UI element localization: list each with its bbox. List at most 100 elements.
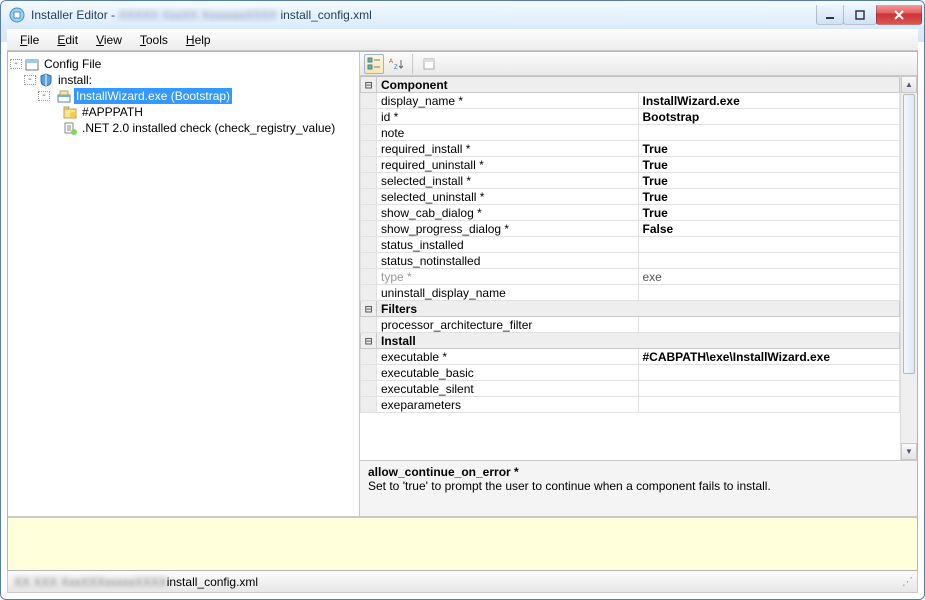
svg-text:Z: Z — [394, 65, 398, 71]
property-value[interactable] — [638, 365, 900, 381]
property-name[interactable]: processor_architecture_filter — [377, 317, 639, 333]
collapse-icon[interactable]: ⊟ — [361, 77, 377, 93]
property-name[interactable]: status_installed — [377, 237, 639, 253]
menu-file[interactable]: File — [11, 29, 48, 50]
property-value[interactable]: True — [638, 141, 900, 157]
titlebar[interactable]: Installer Editor - XXXXX XxxXX XxxxxxxXX… — [1, 1, 924, 29]
property-row[interactable]: required_uninstall *True — [361, 157, 900, 173]
alpha-sort-button[interactable]: AZ — [386, 54, 406, 74]
property-name[interactable]: type * — [377, 269, 639, 285]
property-name[interactable]: selected_uninstall * — [377, 189, 639, 205]
property-value[interactable]: Bootstrap — [638, 109, 900, 125]
property-category[interactable]: ⊟Filters — [361, 301, 900, 317]
property-value[interactable] — [638, 317, 900, 333]
client-area: - Config File - install: - InstallWizard… — [7, 51, 918, 571]
property-value[interactable]: True — [638, 173, 900, 189]
minimize-button[interactable] — [816, 5, 844, 25]
property-value[interactable]: InstallWizard.exe — [638, 93, 900, 109]
property-name[interactable]: executable * — [377, 349, 639, 365]
maximize-button[interactable] — [843, 5, 877, 25]
property-category[interactable]: ⊟Component — [361, 77, 900, 93]
tree-label: .NET 2.0 installed check (check_registry… — [80, 120, 337, 136]
menu-tools[interactable]: Tools — [131, 29, 177, 50]
tree-label: InstallWizard.exe (Bootstrap) — [74, 88, 232, 104]
tree-node[interactable]: - Config File — [10, 56, 357, 72]
property-grid[interactable]: ⊟Componentdisplay_name *InstallWizard.ex… — [360, 76, 900, 413]
property-name[interactable]: show_cab_dialog * — [377, 205, 639, 221]
property-help: allow_continue_on_error * Set to 'true' … — [360, 460, 917, 516]
property-row[interactable]: executable *#CABPATH\exe\InstallWizard.e… — [361, 349, 900, 365]
property-value[interactable] — [638, 381, 900, 397]
collapse-icon[interactable]: ⊟ — [361, 301, 377, 317]
categorized-button[interactable] — [364, 54, 384, 74]
property-row[interactable]: id *Bootstrap — [361, 109, 900, 125]
property-value[interactable] — [638, 253, 900, 269]
tree-node[interactable]: #APPPATH — [10, 104, 357, 120]
folder-star-icon — [62, 104, 78, 120]
property-row[interactable]: exeparameters — [361, 397, 900, 413]
collapse-icon[interactable]: - — [10, 59, 22, 69]
registry-icon — [62, 120, 78, 136]
property-value[interactable]: True — [638, 157, 900, 173]
collapse-icon[interactable]: ⊟ — [361, 333, 377, 349]
property-row[interactable]: selected_install *True — [361, 173, 900, 189]
tree-view[interactable]: - Config File - install: - InstallWizard… — [8, 52, 360, 516]
property-name[interactable]: id * — [377, 109, 639, 125]
property-row[interactable]: show_cab_dialog *True — [361, 205, 900, 221]
property-category[interactable]: ⊟Install — [361, 333, 900, 349]
property-name[interactable]: executable_silent — [377, 381, 639, 397]
status-path-blur: XX XXX XxxXXXxxxxxXXXX — [14, 575, 167, 589]
menu-view[interactable]: View — [87, 29, 131, 50]
property-value[interactable] — [638, 237, 900, 253]
property-row[interactable]: type *exe — [361, 269, 900, 285]
scroll-up-button[interactable]: ▲ — [901, 76, 917, 93]
property-row[interactable]: uninstall_display_name — [361, 285, 900, 301]
property-row[interactable]: selected_uninstall *True — [361, 189, 900, 205]
tree-node[interactable]: - install: — [10, 72, 357, 88]
title-prefix: Installer Editor - — [31, 8, 118, 22]
property-value[interactable]: False — [638, 221, 900, 237]
window-title: Installer Editor - XXXXX XxxXX XxxxxxxXX… — [31, 8, 817, 22]
property-row[interactable]: note — [361, 125, 900, 141]
close-button[interactable] — [876, 5, 922, 25]
property-value[interactable] — [638, 397, 900, 413]
property-name[interactable]: show_progress_dialog * — [377, 221, 639, 237]
collapse-icon[interactable]: - — [24, 75, 36, 85]
tree-node-selected[interactable]: - InstallWizard.exe (Bootstrap) — [10, 88, 357, 104]
property-name[interactable]: display_name * — [377, 93, 639, 109]
tree-node[interactable]: .NET 2.0 installed check (check_registry… — [10, 120, 357, 136]
property-row[interactable]: show_progress_dialog *False — [361, 221, 900, 237]
property-row[interactable]: executable_basic — [361, 365, 900, 381]
help-desc: Set to 'true' to prompt the user to cont… — [368, 479, 909, 493]
property-value[interactable] — [638, 285, 900, 301]
property-row[interactable]: executable_silent — [361, 381, 900, 397]
property-name[interactable]: selected_install * — [377, 173, 639, 189]
property-name[interactable]: required_install * — [377, 141, 639, 157]
scroll-down-button[interactable]: ▼ — [901, 443, 917, 460]
scroll-thumb[interactable] — [903, 94, 915, 374]
property-row[interactable]: status_notinstalled — [361, 253, 900, 269]
property-name[interactable]: note — [377, 125, 639, 141]
property-row[interactable]: status_installed — [361, 237, 900, 253]
property-pages-button[interactable] — [419, 54, 439, 74]
app-icon — [9, 7, 25, 23]
collapse-icon[interactable]: - — [38, 91, 50, 101]
vertical-scrollbar[interactable]: ▲ ▼ — [900, 76, 917, 460]
property-row[interactable]: required_install *True — [361, 141, 900, 157]
property-row[interactable]: display_name *InstallWizard.exe — [361, 93, 900, 109]
log-panel[interactable] — [8, 516, 917, 570]
property-name[interactable]: uninstall_display_name — [377, 285, 639, 301]
menu-edit[interactable]: Edit — [48, 29, 87, 50]
property-name[interactable]: required_uninstall * — [377, 157, 639, 173]
property-value[interactable] — [638, 125, 900, 141]
property-name[interactable]: executable_basic — [377, 365, 639, 381]
property-name[interactable]: status_notinstalled — [377, 253, 639, 269]
property-name[interactable]: exeparameters — [377, 397, 639, 413]
resize-grip-icon[interactable]: ⋰ — [902, 575, 911, 588]
property-value[interactable]: True — [638, 205, 900, 221]
property-value[interactable]: exe — [638, 269, 900, 285]
property-value[interactable]: #CABPATH\exe\InstallWizard.exe — [638, 349, 900, 365]
property-row[interactable]: processor_architecture_filter — [361, 317, 900, 333]
property-value[interactable]: True — [638, 189, 900, 205]
menu-help[interactable]: Help — [177, 29, 220, 50]
